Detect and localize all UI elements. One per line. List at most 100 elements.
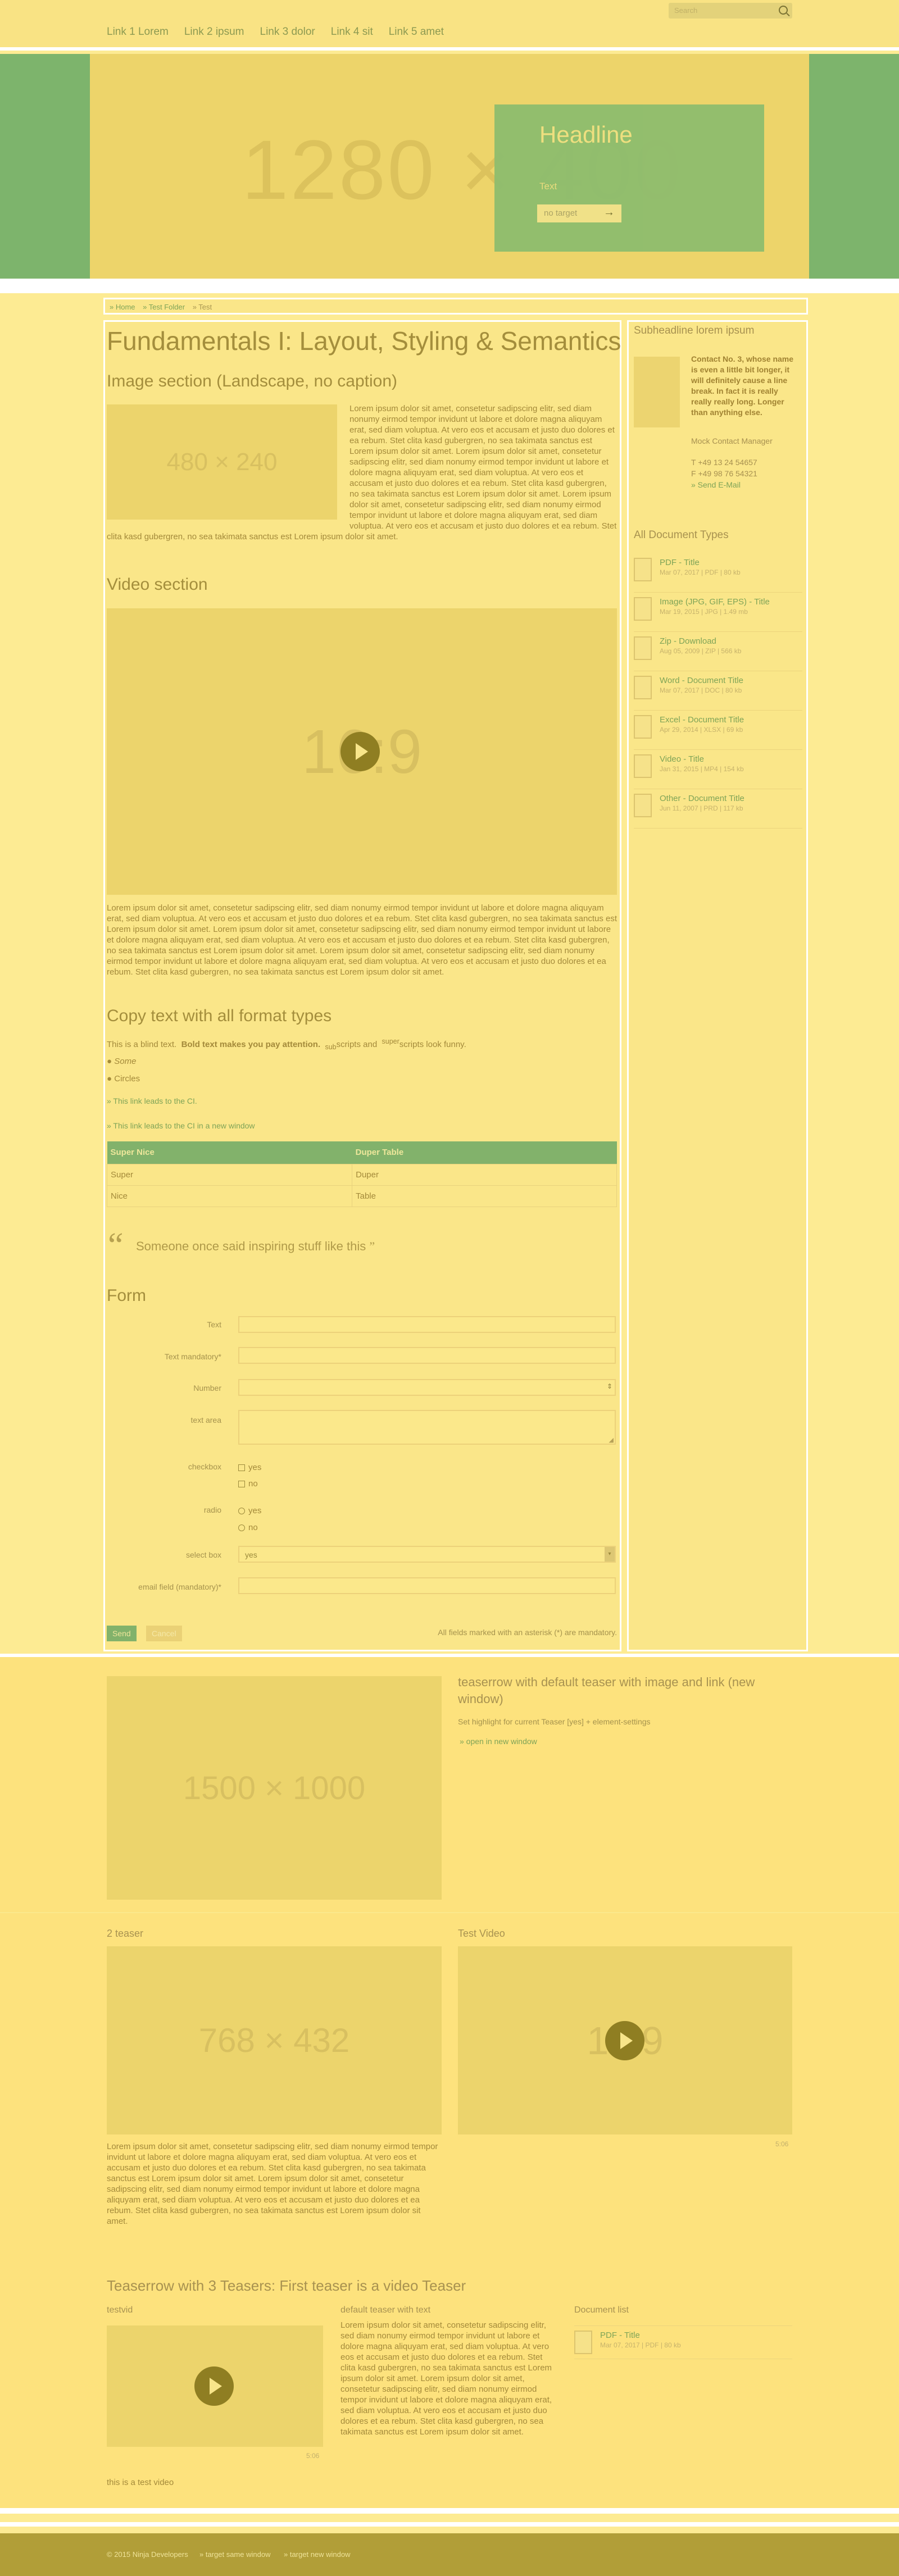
table-cell: Table	[352, 1185, 617, 1207]
document-title[interactable]: PDF - Title	[660, 558, 741, 567]
checkbox-yes-option[interactable]: yes	[238, 1462, 261, 1473]
two-teaser-image-label: 768 × 432	[198, 2022, 350, 2059]
number-label: Number	[193, 1383, 221, 1392]
document-item[interactable]: Word - Document Title Mar 07, 2017 | DOC …	[634, 671, 802, 711]
document-title[interactable]: Other - Document Title	[660, 794, 744, 803]
radio-no-option[interactable]: no	[238, 1522, 258, 1533]
nav-link-4[interactable]: Link 4 sit	[331, 26, 373, 38]
radio-no-label: no	[248, 1523, 258, 1532]
select-box[interactable]: yes ▾	[238, 1546, 616, 1563]
two-teaser-text: Lorem ipsum dolor sit amet, consetetur s…	[107, 2142, 438, 2226]
image-file-icon	[634, 597, 652, 621]
checkbox-icon[interactable]	[238, 1464, 245, 1472]
number-stepper-icon[interactable]: ⇕	[607, 1382, 612, 1390]
checkbox-yes-label: yes	[248, 1463, 262, 1472]
other-file-icon	[634, 794, 652, 817]
footer-link-new-window[interactable]: » target new window	[284, 2550, 351, 2559]
cancel-button[interactable]: Cancel	[146, 1626, 182, 1641]
breadcrumb-home[interactable]: » Home	[110, 303, 135, 311]
play-icon[interactable]	[340, 732, 380, 771]
chevron-down-icon[interactable]: ▾	[605, 1547, 615, 1562]
document-item[interactable]: Other - Document Title Jun 11, 2007 | PRD…	[634, 789, 802, 829]
teaser-link[interactable]: » open in new window	[460, 1737, 537, 1746]
play-icon[interactable]	[194, 2366, 234, 2406]
ci-link[interactable]: » This link leads to the CI.	[107, 1096, 197, 1105]
search-icon[interactable]	[779, 6, 788, 15]
send-button[interactable]: Send	[107, 1626, 137, 1641]
document-title[interactable]: PDF - Title	[600, 2331, 681, 2340]
document-meta: Apr 29, 2014 | XLSX | 69 kb	[660, 726, 743, 734]
text-area[interactable]: ◢	[238, 1410, 616, 1445]
number-field[interactable]: ⇕	[238, 1379, 616, 1396]
breadcrumb-current: » Test	[192, 303, 212, 311]
three-teaser-title: Teaserrow with 3 Teasers: First teaser i…	[107, 2277, 466, 2294]
breadcrumb-folder[interactable]: » Test Folder	[143, 303, 185, 311]
select-value: yes	[245, 1550, 257, 1559]
nav-link-1[interactable]: Link 1 Lorem	[107, 26, 169, 38]
document-item[interactable]: PDF - Title Mar 07, 2017 | PDF | 80 kb	[634, 553, 802, 593]
mandatory-label: Text mandatory*	[164, 1352, 221, 1361]
pdf-icon	[634, 558, 652, 581]
document-title[interactable]: Image (JPG, GIF, EPS) - Title	[660, 597, 770, 607]
float-spacer	[107, 403, 349, 521]
two-teaser-right-title: Test Video	[458, 1928, 505, 1939]
teaser-image-label: 1500 × 1000	[183, 1769, 366, 1806]
document-item[interactable]: Zip - Download Aug 05, 2009 | ZIP | 566 k…	[634, 632, 802, 671]
checkbox-icon[interactable]	[238, 1481, 245, 1488]
teaser-text: Set highlight for current Teaser [yes] +…	[458, 1717, 651, 1726]
document-item[interactable]: Excel - Document Title Apr 29, 2014 | XLS…	[634, 711, 802, 750]
video-file-icon	[634, 754, 652, 778]
document-item[interactable]: Video - Title Jan 31, 2015 | MP4 | 154 kb	[634, 750, 802, 789]
table-header-row: Super Nice Duper Table	[107, 1141, 617, 1164]
checkbox-no-option[interactable]: no	[238, 1478, 258, 1489]
radio-icon[interactable]	[238, 1508, 245, 1515]
nav-link-3[interactable]: Link 3 dolor	[260, 26, 315, 38]
pdf-icon	[574, 2331, 592, 2354]
excel-icon	[634, 715, 652, 739]
word-icon	[634, 676, 652, 699]
document-meta: Jun 11, 2007 | PRD | 117 kb	[660, 804, 743, 812]
quote-text: Someone once said inspiring stuff like t…	[136, 1239, 366, 1253]
email-field[interactable]	[238, 1577, 616, 1594]
blind-text: This is a blind text.	[107, 1040, 177, 1049]
hero-button[interactable]: no target →	[537, 204, 621, 222]
contact-email-link[interactable]: » Send E-Mail	[691, 480, 741, 489]
quote-end-icon: ”	[369, 1239, 375, 1253]
nav-link-5[interactable]: Link 5 amet	[389, 26, 444, 38]
divider	[0, 2522, 899, 2527]
table-header: Duper Table	[352, 1141, 617, 1164]
arrow-right-icon: →	[603, 206, 615, 219]
teaser-2-text: Lorem ipsum dolor sit amet, consetetur s…	[340, 2320, 552, 2437]
mandatory-text-field[interactable]	[238, 1347, 616, 1364]
document-title[interactable]: Zip - Download	[660, 636, 741, 646]
radio-icon[interactable]	[238, 1524, 245, 1532]
select-label: select box	[185, 1550, 221, 1559]
document-item[interactable]: PDF - Title Mar 07, 2017 | PDF | 80 kb	[574, 2325, 792, 2359]
teaser-title: teaserrow with default teaser with image…	[458, 1675, 755, 1706]
document-meta: Jan 31, 2015 | MP4 | 154 kb	[660, 765, 744, 773]
video-duration: 5:06	[306, 2452, 320, 2460]
list-item-label: Some	[114, 1057, 137, 1066]
footer-link-same-window[interactable]: » target same window	[199, 2550, 270, 2559]
resize-handle-icon[interactable]: ◢	[609, 1436, 614, 1444]
ci-link-new-window[interactable]: » This link leads to the CI in a new win…	[107, 1121, 255, 1130]
play-icon[interactable]	[605, 2021, 644, 2060]
document-title[interactable]: Word - Document Title	[660, 676, 743, 685]
footer-copyright: © 2015 Ninja Developers	[107, 2550, 188, 2559]
divider	[0, 2508, 899, 2514]
document-title[interactable]: Excel - Document Title	[660, 715, 744, 725]
form-title: Form	[107, 1286, 146, 1305]
radio-yes-option[interactable]: yes	[238, 1505, 261, 1516]
text-field[interactable]	[238, 1316, 616, 1333]
subscript-rest: scripts and	[336, 1040, 378, 1049]
breadcrumb: » Home » Test Folder » Test	[103, 298, 808, 315]
contact-title: Subheadline lorem ipsum	[634, 325, 755, 336]
document-item[interactable]: Image (JPG, GIF, EPS) - Title Mar 19, 201…	[634, 593, 802, 632]
search-input[interactable]: Search	[669, 3, 792, 19]
nav-link-2[interactable]: Link 2 ipsum	[184, 26, 244, 38]
image-section-text-wrap: Lorem ipsum dolor sit amet, consetetur s…	[107, 403, 617, 555]
main-nav: Link 1 Lorem Link 2 ipsum Link 3 dolor L…	[107, 26, 444, 38]
video-duration: 5:06	[775, 2140, 789, 2148]
search-placeholder: Search	[674, 6, 698, 15]
document-title[interactable]: Video - Title	[660, 754, 744, 764]
